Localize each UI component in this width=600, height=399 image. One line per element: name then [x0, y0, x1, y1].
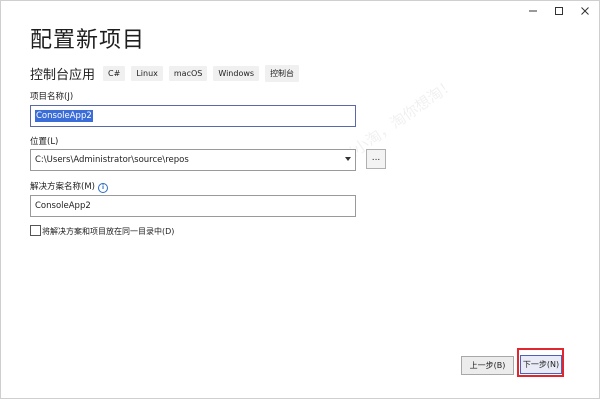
project-name-value: ConsoleApp2: [35, 110, 93, 122]
back-button[interactable]: 上一步(B): [461, 356, 514, 375]
location-label: 位置(L): [30, 137, 59, 147]
location-select[interactable]: C:\Users\Administrator\source\repos: [30, 149, 356, 171]
project-name-input[interactable]: ConsoleApp2: [30, 105, 356, 127]
info-icon[interactable]: i: [97, 183, 108, 193]
tag-language: C#: [103, 66, 126, 81]
browse-button[interactable]: ...: [366, 149, 386, 169]
next-button-highlight: [517, 348, 564, 377]
solution-name-label: 解决方案名称(M) i: [30, 180, 108, 193]
project-name-label: 项目名称(J): [30, 92, 74, 102]
tag-platform-windows: Windows: [213, 66, 260, 81]
location-value: C:\Users\Administrator\source\repos: [35, 155, 189, 165]
maximize-icon[interactable]: [546, 0, 572, 22]
chevron-down-icon[interactable]: [345, 157, 351, 161]
window-controls: [520, 0, 598, 24]
solution-name-input[interactable]: ConsoleApp2: [30, 195, 356, 217]
minimize-icon[interactable]: [520, 0, 546, 22]
tag-platform-macos: macOS: [168, 66, 208, 81]
solution-name-label-text: 解决方案名称(M): [30, 182, 95, 192]
same-directory-checkbox[interactable]: [30, 225, 41, 236]
template-info: 控制台应用 C# Linux macOS Windows 控制台: [30, 64, 305, 83]
solution-name-value: ConsoleApp2: [35, 201, 91, 211]
tag-project-type: 控制台: [265, 65, 300, 82]
same-directory-label[interactable]: 将解决方案和项目放在同一目录中(D): [42, 226, 174, 237]
tag-platform-linux: Linux: [131, 66, 163, 81]
close-icon[interactable]: [572, 0, 598, 22]
template-name: 控制台应用: [30, 68, 96, 83]
page-title: 配置新项目: [30, 28, 146, 53]
